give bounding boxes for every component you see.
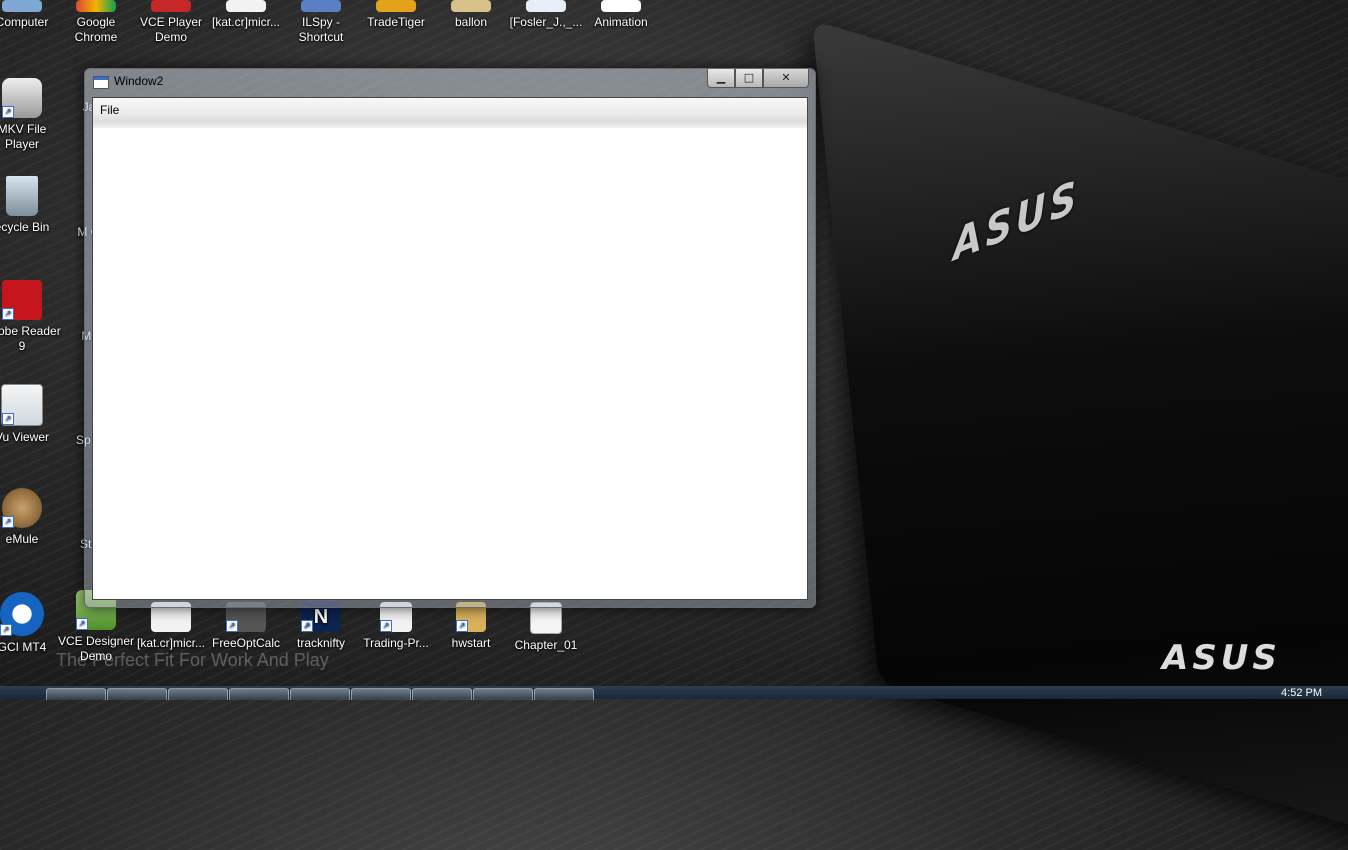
desktop-icon-trading-pr[interactable]: ↗ Trading-Pr... <box>356 602 436 651</box>
window-icon[interactable] <box>93 76 109 89</box>
taskbar-button-media[interactable] <box>168 688 228 700</box>
desktop-icon-label: VCE Player Demo <box>139 15 203 44</box>
taskbar: 4:52 PM <box>0 686 1348 700</box>
desktop-icon-mkv-player[interactable]: ↗ MKV File Player <box>0 78 62 152</box>
recycle-bin-icon <box>6 176 38 216</box>
brand-logo: ASUS <box>1162 638 1281 678</box>
wallpaper-tagline: The Perfect Fit For Work And Play <box>56 650 329 670</box>
taskbar-clock[interactable]: 4:52 PM <box>1281 687 1322 699</box>
desktop-icon-label: hwstart <box>451 636 491 650</box>
computer-icon <box>2 0 42 12</box>
desktop-icon-computer[interactable]: Computer <box>0 0 62 30</box>
taskbar-button-app[interactable] <box>351 688 411 700</box>
desktop-icon-fosler[interactable]: [Fosler_J.,_... <box>506 0 586 30</box>
desktop-icon-torrent-1[interactable]: [kat.cr]micr... <box>206 0 286 30</box>
desktop-icon-chapter-01[interactable]: Chapter_01 <box>506 602 586 653</box>
taskbar-button-visual-studio[interactable] <box>412 688 472 700</box>
desktop-icon-ballon[interactable]: ballon <box>431 0 511 30</box>
desktop-icon-label: [Fosler_J.,_... <box>509 15 583 29</box>
document-icon <box>526 0 566 12</box>
desktop-icon-label: Animation <box>594 15 648 29</box>
desktop-icon-freeoptcalc[interactable]: ↗ FreeOptCalc <box>206 602 286 651</box>
desktop-icon-vce-player[interactable]: VCE Player Demo <box>131 0 211 45</box>
tradetiger-icon <box>376 0 416 12</box>
vce-player-icon <box>151 0 191 12</box>
taskbar-button-ie[interactable] <box>107 688 167 700</box>
desktop-icon-torrent-2[interactable]: [kat.cr]micr... <box>131 602 211 651</box>
desktop-icon-ilspy[interactable]: ILSpy - Shortcut <box>281 0 361 45</box>
desktop-icon-gci-mt4[interactable]: ↗ GCI MT4 <box>0 592 62 655</box>
desktop-icon-hwstart[interactable]: ↗ hwstart <box>431 602 511 651</box>
document-icon <box>601 0 641 12</box>
film-reel-icon: ↗ <box>2 78 42 118</box>
desktop-icon-label: Computer <box>0 15 49 29</box>
desktop-icon-label: Chapter_01 <box>514 638 578 652</box>
ilspy-icon <box>301 0 341 12</box>
folder-icon <box>451 0 491 12</box>
close-button[interactable]: ✕ <box>763 69 809 88</box>
desktop-icon-label: [kat.cr]micr... <box>211 15 280 29</box>
taskbar-button-window2[interactable] <box>534 688 594 700</box>
adobe-reader-icon: ↗ <box>2 280 42 320</box>
desktop-icon-label: ballon <box>454 15 488 29</box>
taskbar-button-app[interactable] <box>229 688 289 700</box>
menu-file[interactable]: File <box>100 102 119 118</box>
menu-bar: File <box>93 98 807 128</box>
image-viewer-icon: ↗ <box>1 384 43 426</box>
title-bar[interactable]: Window2 ▁ □ ✕ <box>85 69 815 95</box>
taskbar-button-explorer[interactable] <box>46 688 106 700</box>
desktop-icon-label: [kat.cr]micr... <box>136 636 205 650</box>
caption-buttons: ▁ □ ✕ <box>707 69 809 88</box>
desktop-icon-google-chrome[interactable]: Google Chrome <box>56 0 136 45</box>
torrent-file-icon <box>226 0 266 12</box>
gci-mt4-icon: ↗ <box>0 592 44 636</box>
desktop-icon-label: Google Chrome <box>74 15 118 44</box>
wallpaper-laptop <box>812 20 1348 850</box>
desktop-icon-label: ILSpy - Shortcut <box>298 15 344 44</box>
taskbar-button-app[interactable] <box>473 688 533 700</box>
desktop-icon-label: GCI MT4 <box>0 640 47 654</box>
desktop-icon-animation[interactable]: Animation <box>581 0 661 30</box>
app-window[interactable]: Window2 ▁ □ ✕ File <box>84 68 816 608</box>
desktop-icon-label: tracknifty <box>296 636 345 650</box>
window-client-area: File <box>92 97 808 600</box>
desktop-icon-label: MKV File Player <box>0 122 47 151</box>
maximize-button[interactable]: □ <box>735 69 763 88</box>
minimize-button[interactable]: ▁ <box>707 69 735 88</box>
desktop-icon-tracknifty[interactable]: N ↗ tracknifty <box>281 602 361 651</box>
desktop-icon-label: Trading-Pr... <box>363 636 429 650</box>
taskbar-button-app[interactable] <box>290 688 350 700</box>
desktop-icon-tradetiger[interactable]: TradeTiger <box>356 0 436 30</box>
chrome-icon <box>76 0 116 12</box>
window-title: Window2 <box>114 74 164 88</box>
desktop-icon-label: FreeOptCalc <box>211 636 281 650</box>
desktop-icon-label: TradeTiger <box>367 15 425 29</box>
emule-mule-icon: ↗ <box>2 488 42 528</box>
